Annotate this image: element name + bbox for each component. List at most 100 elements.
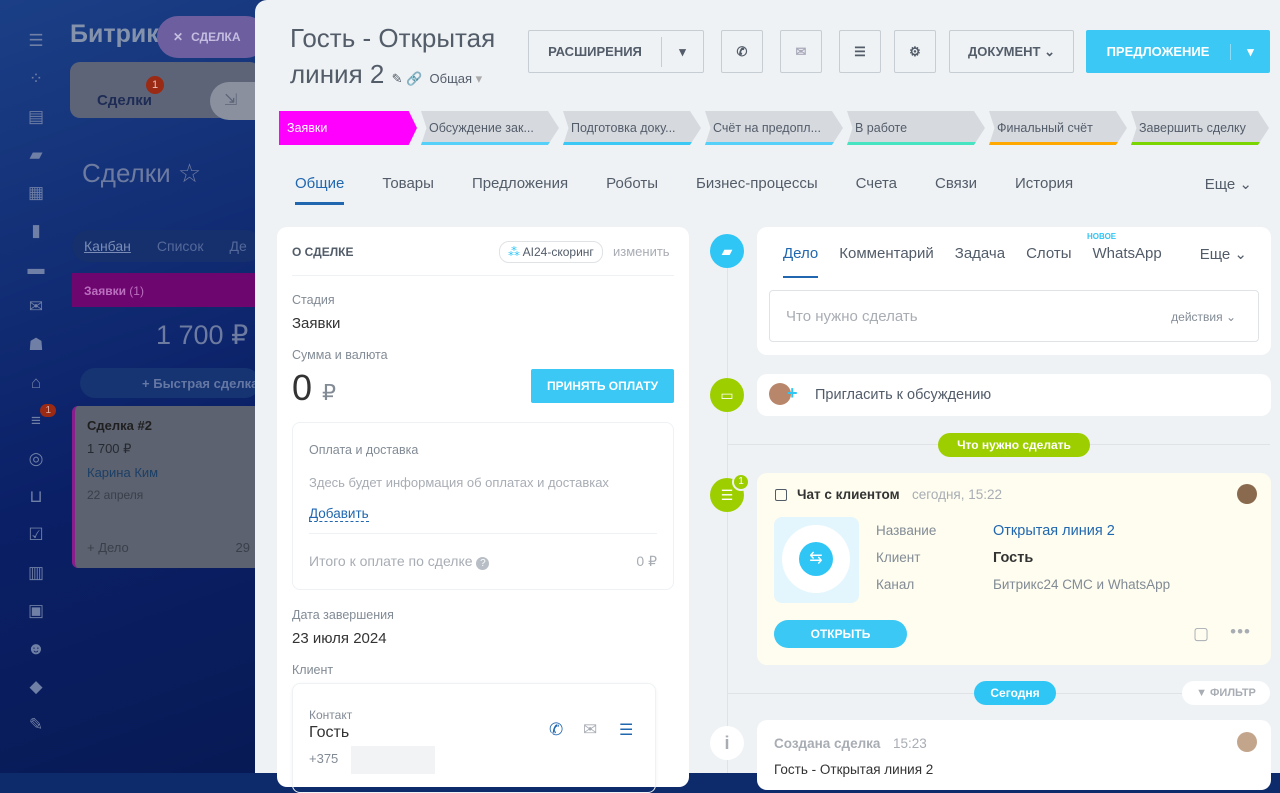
- stage-bar: Заявки Обсуждение зак... Подготовка доку..…: [279, 111, 1269, 145]
- activity-time: сегодня, 15:22: [912, 487, 1003, 502]
- offer-button[interactable]: ПРЕДЛОЖЕНИЕ ▾: [1086, 30, 1270, 73]
- card-add-activity[interactable]: + Дело: [87, 540, 129, 555]
- stage-label: Заявки: [287, 121, 328, 135]
- stage-4[interactable]: В работе: [847, 111, 985, 145]
- activity-editor: Дело Комментарий Задача Слоты WhatsApp НОВОЕ…: [757, 227, 1271, 355]
- close-slider-button[interactable]: ✕ СДЕЛКА: [157, 16, 267, 58]
- add-payment-link[interactable]: Добавить: [309, 506, 369, 522]
- card-num: 29: [235, 540, 250, 555]
- view-kanban[interactable]: Канбан: [84, 238, 131, 254]
- mail-icon[interactable]: ✉: [780, 30, 822, 73]
- timeline-tab-1[interactable]: Комментарий: [839, 245, 933, 278]
- complete-checkbox[interactable]: [775, 489, 787, 501]
- field-label: Клиент: [876, 550, 921, 565]
- contact-name[interactable]: Гость: [309, 724, 349, 742]
- background-tabs: Сделки 1 ⇲: [70, 62, 260, 120]
- stage-3[interactable]: Счёт на предопл...: [705, 111, 843, 145]
- actions-dropdown[interactable]: действия ⌄: [1171, 310, 1236, 324]
- phone-icon[interactable]: ✆: [721, 30, 763, 73]
- menu-icon[interactable]: ☰: [16, 22, 56, 60]
- document-button[interactable]: ДОКУМЕНТ ⌄: [949, 30, 1074, 73]
- stage-6[interactable]: Завершить сделку: [1131, 111, 1269, 145]
- timeline-tab-2[interactable]: Задача: [955, 245, 1005, 278]
- plus-icon: +: [787, 383, 798, 403]
- help-icon[interactable]: ?: [476, 557, 490, 570]
- phone-icon[interactable]: ✆: [549, 720, 563, 740]
- timeline-tab-0[interactable]: Дело: [783, 245, 819, 278]
- payment-title: Оплата и доставка: [309, 443, 419, 457]
- timeline-more-button[interactable]: Еще ⌄: [1200, 245, 1247, 263]
- contact-label: Контакт: [309, 708, 353, 722]
- funnel-icon[interactable]: ≡ 1: [16, 402, 56, 440]
- todo-input[interactable]: Что нужно сделать действия ⌄: [769, 290, 1259, 342]
- filter-button[interactable]: ▼ ФИЛЬТР: [1182, 681, 1270, 705]
- open-chat-button[interactable]: ОТКРЫТЬ: [774, 620, 907, 648]
- tab-0[interactable]: Общие: [295, 175, 345, 205]
- accept-payment-button[interactable]: ПРИНЯТЬ ОПЛАТУ: [531, 369, 674, 403]
- note-icon[interactable]: ▢: [1193, 624, 1209, 644]
- stage-0[interactable]: Заявки: [279, 111, 417, 145]
- tab-4[interactable]: Бизнес-процессы: [696, 175, 818, 205]
- target-icon[interactable]: ◎: [16, 440, 56, 478]
- edit-link[interactable]: изменить: [613, 244, 670, 259]
- tab-6[interactable]: Связи: [935, 175, 977, 205]
- home-icon[interactable]: ⌂: [16, 364, 56, 402]
- minimize-icon[interactable]: ⇲: [210, 82, 260, 120]
- stage-color-bar: [989, 142, 1127, 145]
- chevron-down-icon[interactable]: ▾: [661, 36, 703, 67]
- mail-icon[interactable]: ✉: [16, 288, 56, 326]
- offer-label: ПРЕДЛОЖЕНИЕ: [1106, 44, 1210, 59]
- tab-3[interactable]: Роботы: [606, 175, 658, 205]
- comment-icon: ▰: [710, 234, 744, 268]
- category-selector[interactable]: Общая: [430, 71, 473, 86]
- timeline-tab-3[interactable]: Слоты: [1026, 245, 1071, 278]
- edit-icon[interactable]: ✎: [16, 706, 56, 744]
- tab-deals[interactable]: Сделки: [97, 92, 152, 109]
- stage-2[interactable]: Подготовка доку...: [563, 111, 701, 145]
- tab-5[interactable]: Счета: [856, 175, 897, 205]
- contact-phone[interactable]: +375: [309, 751, 338, 766]
- phone-hidden: [351, 746, 435, 774]
- view-list[interactable]: Список: [157, 238, 204, 254]
- total-value: 0 ₽: [636, 553, 657, 569]
- cart-icon[interactable]: ⊔: [16, 478, 56, 516]
- todo-placeholder: Что нужно сделать: [786, 308, 918, 325]
- quick-deal-button[interactable]: + Быстрая сделка: [80, 368, 260, 398]
- tabs-more-button[interactable]: Еще ⌄: [1205, 175, 1252, 193]
- group-icon[interactable]: ☗: [16, 326, 56, 364]
- sidebar-icon[interactable]: ▤: [16, 98, 56, 136]
- kanban-card[interactable]: Сделка #2 1 700 ₽ Карина Ким 22 апреля +…: [72, 406, 262, 568]
- chat-arrows-icon: ⇆: [799, 542, 833, 576]
- scoring-badge[interactable]: ⁂ AI24-скоринг: [499, 241, 603, 263]
- tab-1[interactable]: Товары: [382, 175, 434, 205]
- view-other[interactable]: Де: [229, 238, 246, 254]
- field-value[interactable]: Открытая линия 2: [993, 523, 1115, 550]
- box-icon[interactable]: ◆: [16, 668, 56, 706]
- more-icon[interactable]: •••: [1230, 622, 1251, 642]
- chat-icon[interactable]: ▰: [16, 136, 56, 174]
- analytics-icon[interactable]: ▥: [16, 554, 56, 592]
- contacts-icon[interactable]: ▣: [16, 592, 56, 630]
- tasks-icon[interactable]: ☑: [16, 516, 56, 554]
- drive-icon[interactable]: ▬: [16, 250, 56, 288]
- history-text: Гость - Открытая линия 2: [774, 762, 934, 777]
- star-icon[interactable]: ☆: [178, 158, 201, 188]
- gear-icon[interactable]: ⚙: [894, 30, 936, 73]
- chat-icon[interactable]: ☰: [839, 30, 881, 73]
- extensions-button[interactable]: РАСШИРЕНИЯ ▾: [528, 30, 704, 73]
- calendar-icon[interactable]: ▦: [16, 174, 56, 212]
- invite-discussion[interactable]: + Пригласить к обсуждению: [757, 374, 1271, 416]
- mail-icon[interactable]: ✉: [583, 720, 597, 740]
- chevron-down-icon[interactable]: ▾: [1230, 43, 1270, 60]
- stage-1[interactable]: Обсуждение зак...: [421, 111, 559, 145]
- tab-7[interactable]: История: [1015, 175, 1073, 205]
- chat-icon[interactable]: ☰: [619, 720, 633, 740]
- document-icon[interactable]: ▮: [16, 212, 56, 250]
- timeline-tab-4[interactable]: WhatsApp: [1093, 245, 1162, 278]
- tab-2[interactable]: Предложения: [472, 175, 568, 205]
- sidebar-icon[interactable]: ⁘: [16, 60, 56, 98]
- chat-fields: Название Открытая линия 2 Клиент Гость Канал…: [876, 523, 1170, 604]
- edit-icon[interactable]: ✎ 🔗: [392, 71, 423, 86]
- robot-icon[interactable]: ☻: [16, 630, 56, 668]
- stage-5[interactable]: Финальный счёт: [989, 111, 1127, 145]
